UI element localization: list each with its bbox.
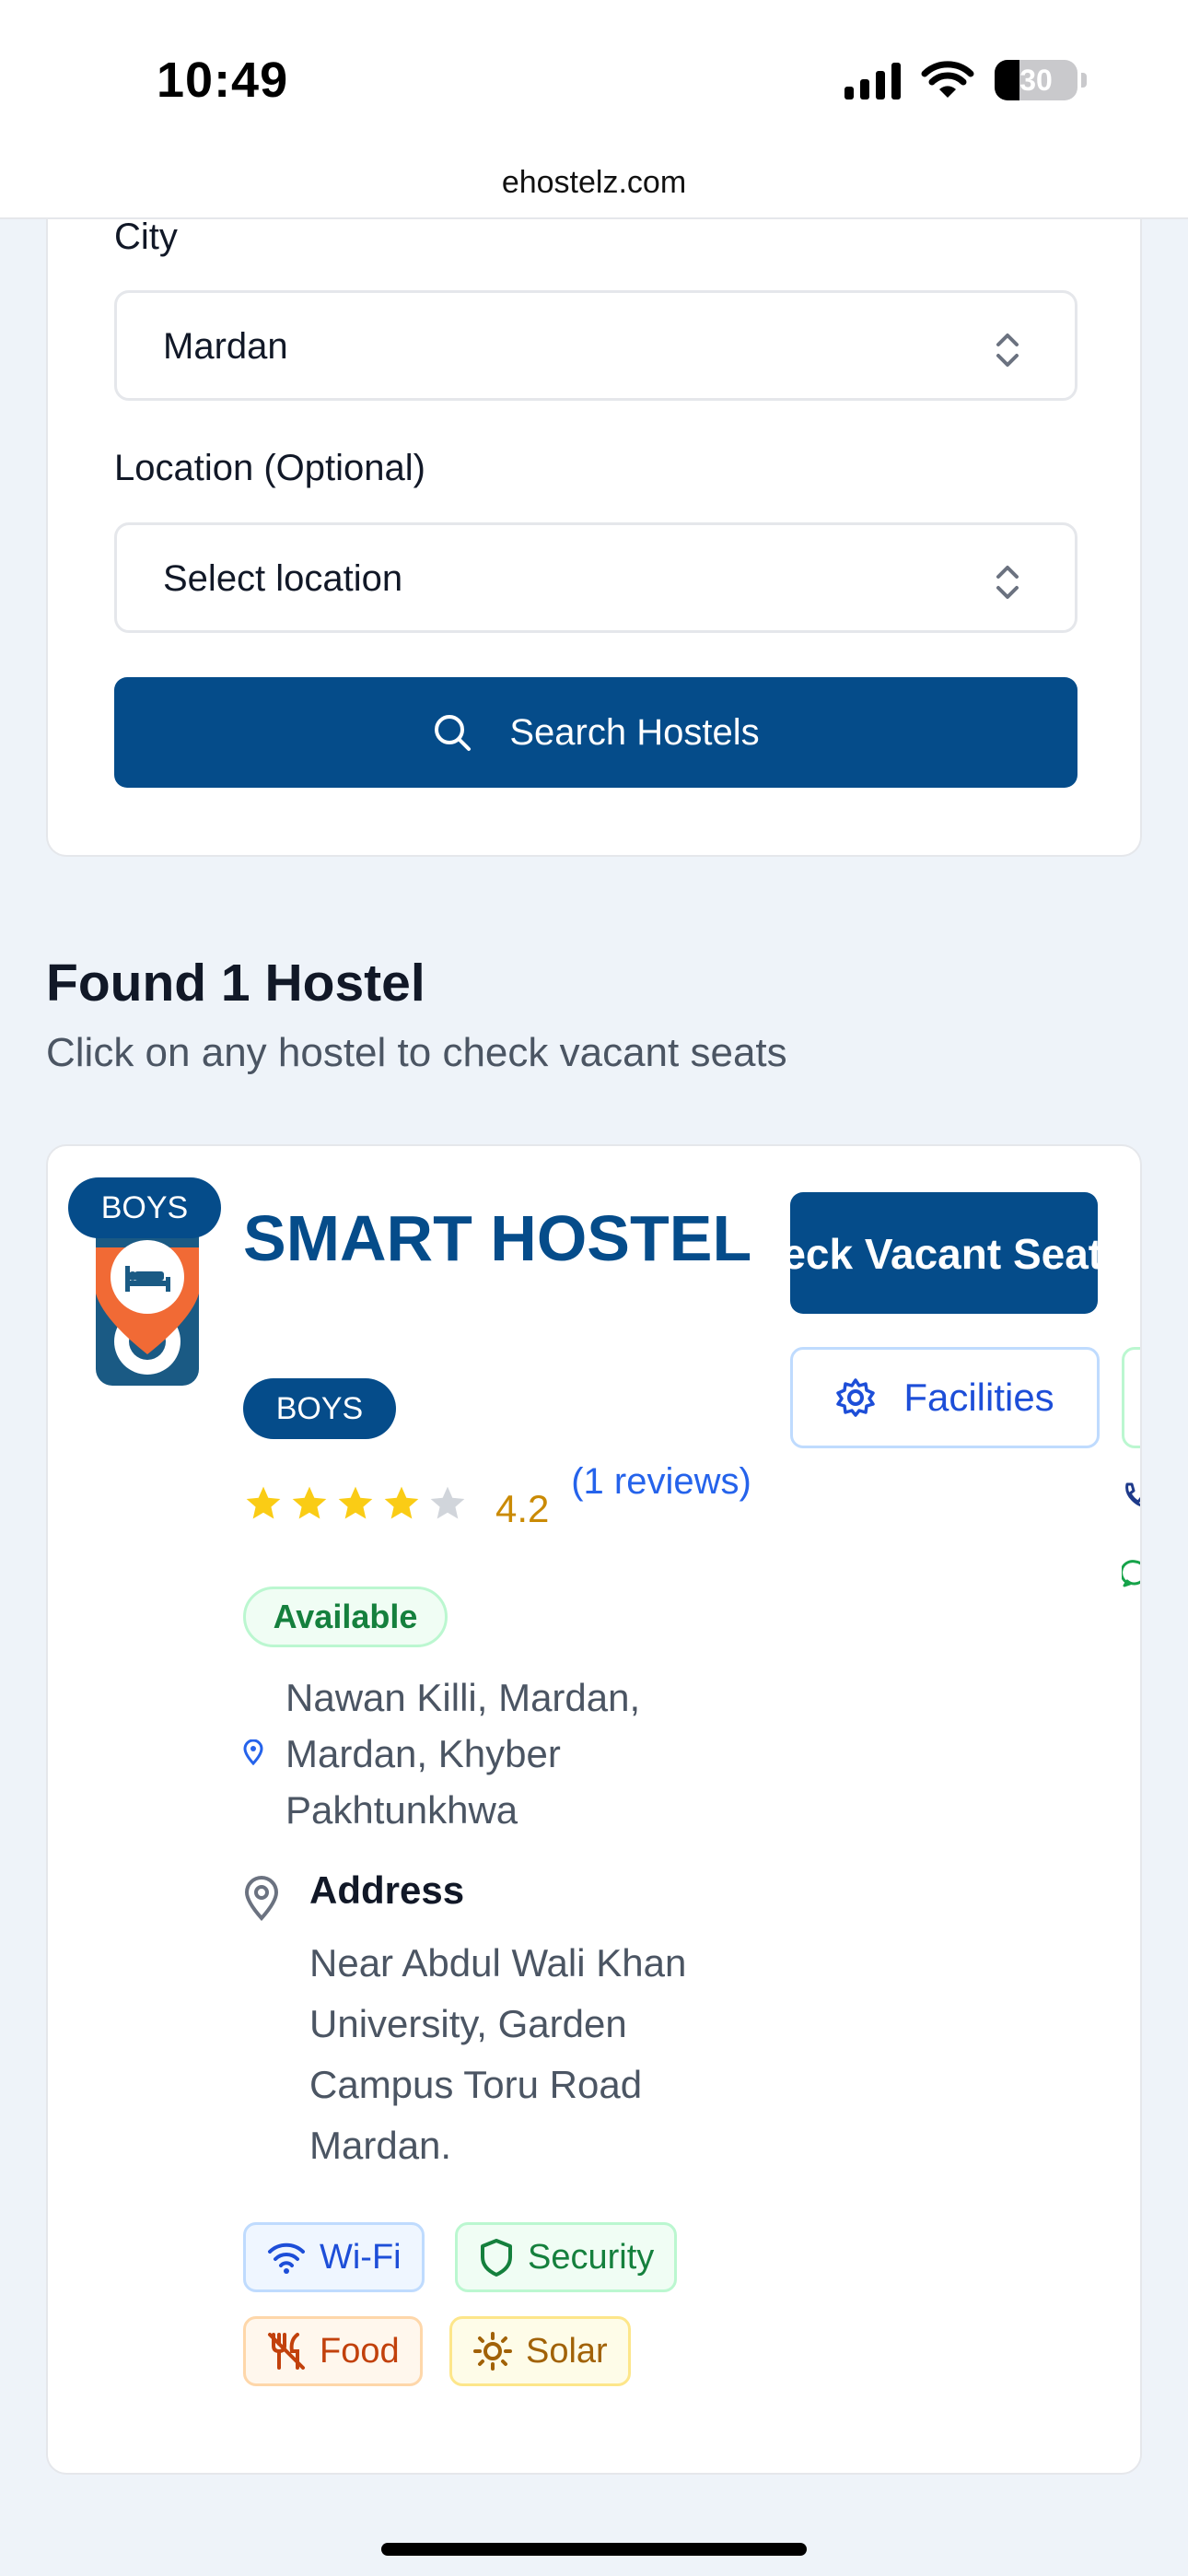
- star-filled-icon: [292, 1486, 327, 1519]
- star-filled-icon: [338, 1486, 373, 1519]
- status-time: 10:49: [157, 53, 289, 108]
- hostel-card[interactable]: BOYS SMART HOSTEL BOYS 4.2 (1 reviews) A…: [46, 1144, 1142, 2475]
- city-select[interactable]: Mardan: [114, 290, 1077, 401]
- cellular-signal-icon: [844, 61, 901, 100]
- sun-icon: [473, 2332, 512, 2371]
- bed-location-pin-icon: [96, 1240, 199, 1375]
- gender-badge: BOYS: [243, 1378, 396, 1439]
- search-form-card: City Mardan Location (Optional) Select l…: [46, 166, 1142, 857]
- amenity-food: Food: [243, 2316, 423, 2386]
- check-vacant-seats-button[interactable]: Check Vacant Seats: [790, 1192, 1098, 1314]
- amenity-solar: Solar: [449, 2316, 631, 2386]
- location-label: Location (Optional): [114, 448, 425, 488]
- map-pin-icon: [243, 1739, 263, 1765]
- availability-badge: Available: [243, 1587, 448, 1647]
- amenity-wifi: Wi-Fi: [243, 2222, 425, 2292]
- wifi-status-icon: [921, 61, 974, 98]
- amenity-security: Security: [455, 2222, 678, 2292]
- url-text: ehostelz.com: [501, 165, 687, 200]
- wifi-icon: [268, 2242, 305, 2274]
- location-select[interactable]: Select location: [114, 522, 1077, 633]
- rating-stars: [243, 1483, 468, 1524]
- hostel-name[interactable]: SMART HOSTEL: [243, 1194, 759, 1282]
- search-hostels-label: Search Hostels: [509, 711, 760, 753]
- rating-value: 4.2: [495, 1487, 550, 1530]
- battery-level: 30: [1019, 63, 1053, 97]
- hostel-logo: [96, 1220, 199, 1386]
- chevron-up-down-icon: [996, 334, 1019, 367]
- address-text: Near Abdul Wali Khan University, Garden …: [309, 1941, 687, 2167]
- status-icons: 30: [844, 57, 1087, 103]
- reviews-link[interactable]: (1 reviews): [569, 1454, 753, 1509]
- city-label: City: [114, 217, 178, 257]
- amenity-label: Wi-Fi: [320, 2237, 402, 2277]
- search-icon: [435, 715, 472, 751]
- star-empty-icon: [430, 1486, 465, 1519]
- check-vacant-seats-label: Check Vacant Seats: [790, 1230, 1098, 1278]
- gear-icon: [836, 1378, 876, 1417]
- address-label: Address: [309, 1868, 465, 1912]
- shield-icon: [481, 2239, 512, 2277]
- hostel-location: Nawan Killi, Mardan, Mardan, Khyber Pakh…: [285, 1676, 641, 1832]
- facilities-label: Facilities: [903, 1376, 1054, 1419]
- results-subtitle: Click on any hostel to check vacant seat…: [46, 1030, 787, 1075]
- utensils-off-icon: [268, 2333, 305, 2370]
- whatsapp-icon[interactable]: [1122, 1559, 1142, 1588]
- logo-gender-badge: BOYS: [68, 1177, 221, 1238]
- chevron-up-down-icon: [996, 566, 1019, 599]
- home-indicator[interactable]: [381, 2543, 807, 2556]
- battery-tip: [1081, 73, 1087, 88]
- battery-icon: 30: [995, 60, 1077, 100]
- search-hostels-button[interactable]: Search Hostels: [114, 677, 1077, 788]
- status-bar: 10:49 30: [0, 0, 1188, 157]
- amenity-label: Food: [320, 2331, 400, 2371]
- amenity-label: Security: [528, 2237, 655, 2277]
- location-select-value: Select location: [163, 558, 403, 599]
- phone-icon[interactable]: [1122, 1481, 1142, 1509]
- contact-button[interactable]: [1122, 1347, 1140, 1448]
- url-bar[interactable]: ehostelz.com: [0, 157, 1188, 219]
- results-title: Found 1 Hostel: [46, 954, 425, 1013]
- amenity-label: Solar: [526, 2331, 608, 2371]
- city-select-value: Mardan: [163, 326, 288, 367]
- facilities-button[interactable]: Facilities: [790, 1347, 1100, 1448]
- star-filled-icon: [384, 1486, 419, 1519]
- star-filled-icon: [246, 1486, 281, 1519]
- map-pin-icon: [244, 1876, 279, 1922]
